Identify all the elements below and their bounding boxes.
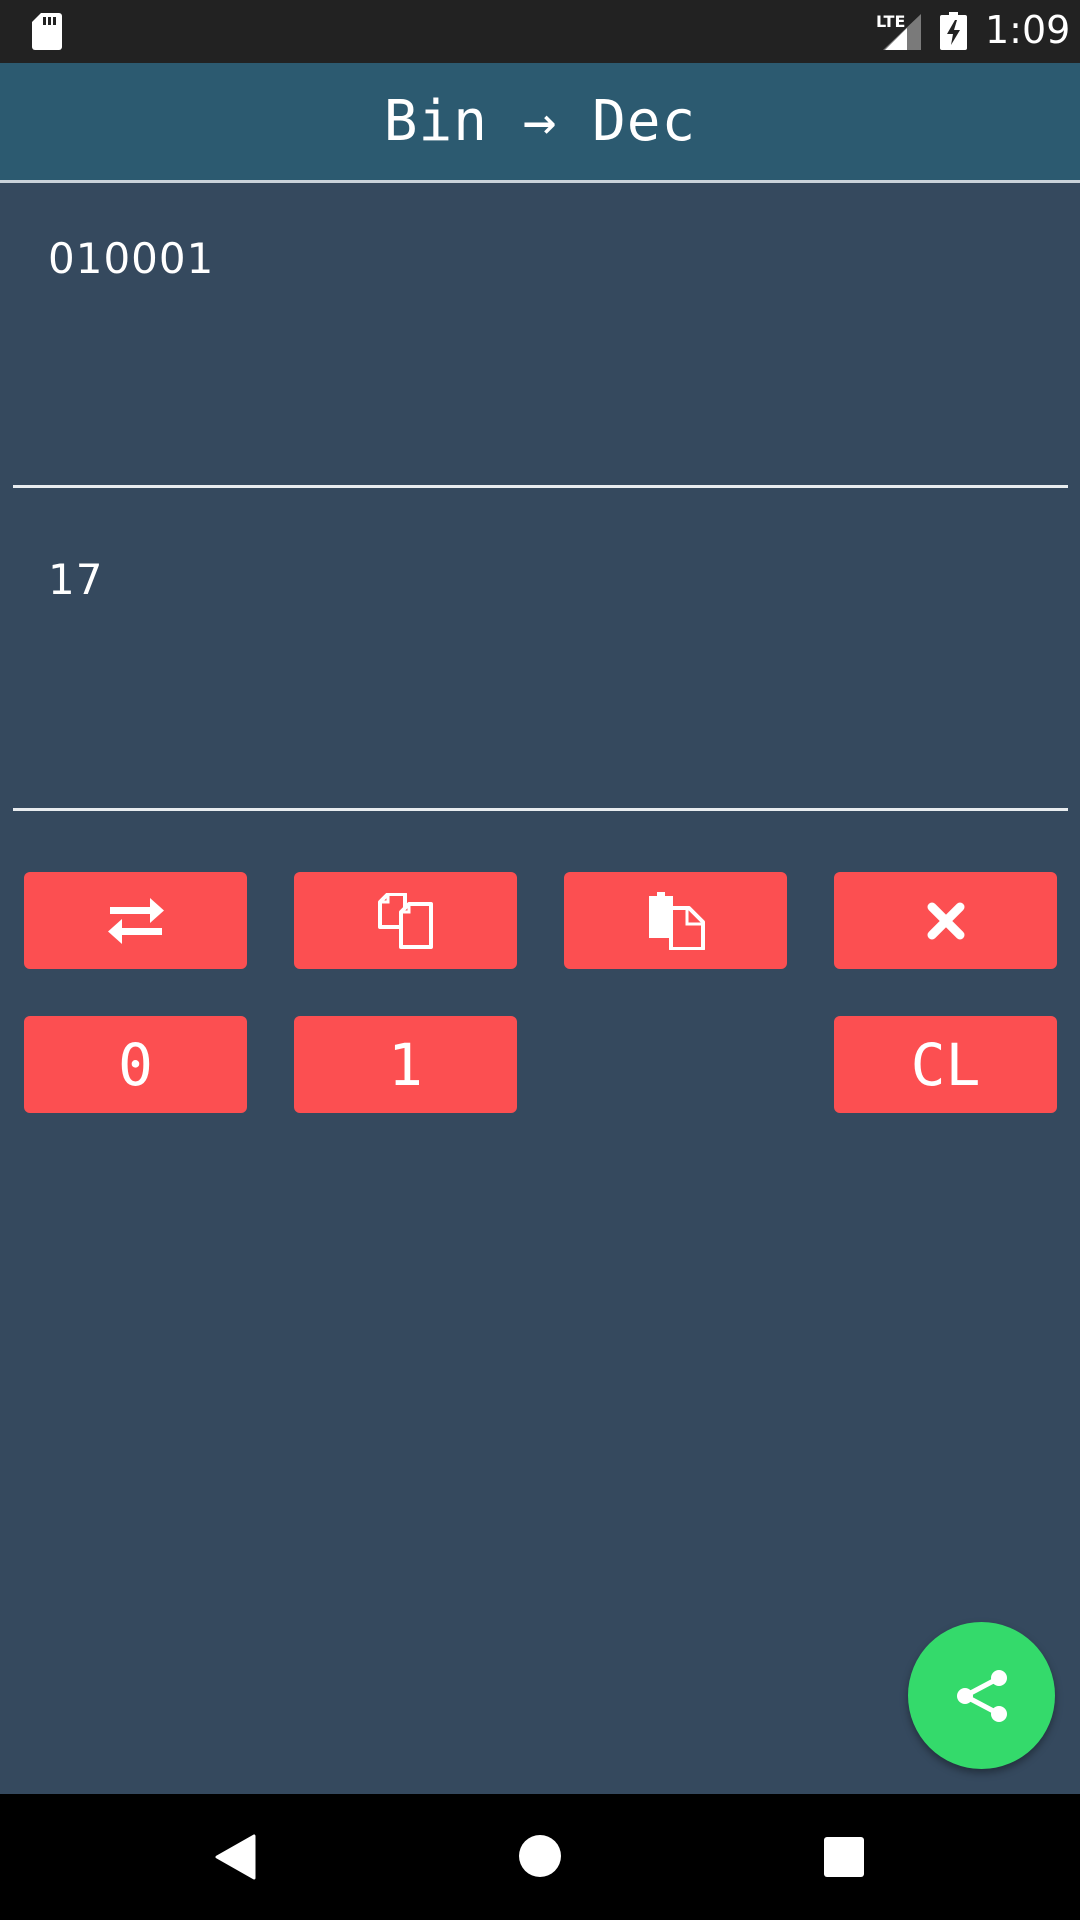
app-title: Bin → Dec: [383, 89, 697, 154]
decimal-output-field[interactable]: 17: [48, 555, 103, 604]
battery-charging-icon: [940, 12, 967, 50]
close-x-icon: [927, 902, 964, 939]
copy-icon: [377, 892, 433, 949]
recents-icon[interactable]: [824, 1837, 864, 1877]
back-icon[interactable]: [214, 1834, 256, 1880]
share-icon: [956, 1669, 1007, 1722]
sd-card-icon: [32, 13, 62, 50]
status-bar: LTE 1:09: [0, 0, 1080, 63]
digit-zero-button[interactable]: 0: [24, 1016, 247, 1113]
input-underline: [13, 485, 1068, 488]
delete-button[interactable]: [834, 872, 1057, 969]
swap-arrows-icon: [107, 897, 164, 944]
navigation-bar: [0, 1794, 1080, 1920]
copy-button[interactable]: [294, 872, 517, 969]
binary-input-field[interactable]: 010001: [48, 234, 214, 283]
paste-icon: [648, 891, 705, 950]
paste-button[interactable]: [564, 872, 787, 969]
status-clock: 1:09: [985, 8, 1071, 52]
share-button[interactable]: [908, 1622, 1055, 1769]
signal-icon: [883, 14, 921, 50]
swap-button[interactable]: [24, 872, 247, 969]
app-bar-divider: [0, 180, 1080, 183]
digit-one-button[interactable]: 1: [294, 1016, 517, 1113]
clear-button[interactable]: CL: [834, 1016, 1057, 1113]
output-underline: [13, 808, 1068, 811]
app-bar: Bin → Dec: [0, 63, 1080, 180]
screen: LTE 1:09 Bin → Dec 010001 17 0 1 CL: [0, 0, 1080, 1920]
home-icon[interactable]: [518, 1834, 562, 1878]
